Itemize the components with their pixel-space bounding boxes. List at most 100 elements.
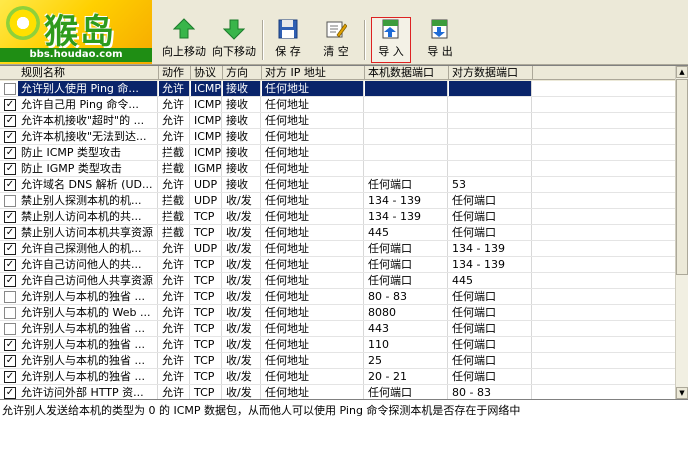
rule-enabled-checkbox[interactable]: ✓: [4, 339, 16, 351]
cell-protocol: TCP: [191, 385, 222, 399]
rule-enabled-checkbox[interactable]: ✓: [4, 131, 16, 143]
cell-direction: 接收: [223, 145, 261, 160]
table-row[interactable]: ✓ 允许本机接收"超时"的 ... 允许 ICMP 接收 任何地址: [0, 113, 676, 129]
cell-direction: 接收: [223, 177, 261, 192]
column-header-local-port[interactable]: 本机数据端口: [365, 66, 449, 80]
cell-remote-port: [449, 145, 532, 160]
table-row[interactable]: ✓ 允许别人与本机的独省 ... 允许 TCP 收/发 任何地址 110 任何端口: [0, 337, 676, 353]
rule-enabled-checkbox[interactable]: ✓: [4, 179, 16, 191]
cell-local-port: 任何端口: [365, 385, 448, 399]
cell-protocol: ICMP: [191, 81, 222, 96]
column-header-remote-port[interactable]: 对方数据端口: [449, 66, 533, 80]
column-header-action[interactable]: 动作: [159, 66, 191, 80]
table-row[interactable]: 允许别人与本机的独省 ... 允许 TCP 收/发 任何地址 443 任何端口: [0, 321, 676, 337]
rule-enabled-checkbox[interactable]: [4, 291, 16, 303]
table-row[interactable]: ✓ 防止 IGMP 类型攻击 拦截 IGMP 接收 任何地址: [0, 161, 676, 177]
cell-address: 任何地址: [262, 145, 364, 160]
export-button[interactable]: 导 出: [420, 18, 460, 62]
cell-action: 允许: [159, 385, 190, 399]
cell-protocol: TCP: [191, 321, 222, 336]
table-row[interactable]: ✓ 允许别人与本机的独省 ... 允许 TCP 收/发 任何地址 20 - 21 任何端口: [0, 369, 676, 385]
cell-action: 拦截: [159, 225, 190, 240]
cell-action: 拦截: [159, 161, 190, 176]
cell-direction: 接收: [223, 97, 261, 112]
cell-action: 允许: [159, 337, 190, 352]
table-row[interactable]: ✓ 禁止别人访问本机共享资源 拦截 TCP 收/发 任何地址 445 任何端口: [0, 225, 676, 241]
cell-action: 允许: [159, 177, 190, 192]
flower-icon: [6, 6, 40, 40]
table-row[interactable]: ✓ 防止 ICMP 类型攻击 拦截 ICMP 接收 任何地址: [0, 145, 676, 161]
cell-name: 允许访问外部 HTTP 资...: [18, 385, 158, 399]
cell-address: 任何地址: [262, 385, 364, 399]
rules-grid: 规则名称 动作 协议 方向 对方 IP 地址 本机数据端口 对方数据端口 允许别…: [0, 65, 688, 399]
cell-remote-port: 134 - 139: [449, 257, 532, 272]
rule-enabled-checkbox[interactable]: ✓: [4, 275, 16, 287]
scroll-up-icon[interactable]: ▲: [676, 66, 688, 78]
rule-enabled-checkbox[interactable]: ✓: [4, 211, 16, 223]
column-header-name[interactable]: 规则名称: [0, 66, 159, 80]
floppy-disk-icon: [278, 19, 298, 39]
cell-action: 允许: [159, 129, 190, 144]
table-row[interactable]: ✓ 允许自己探测他人的机... 允许 UDP 收/发 任何地址 任何端口 134 - 139: [0, 241, 676, 257]
cell-local-port: 20 - 21: [365, 369, 448, 384]
scroll-down-icon[interactable]: ▼: [676, 387, 688, 399]
table-row[interactable]: 允许别人使用 Ping 命... 允许 ICMP 接收 任何地址: [0, 81, 676, 97]
rule-enabled-checkbox[interactable]: [4, 195, 16, 207]
rule-enabled-checkbox[interactable]: ✓: [4, 99, 16, 111]
table-row[interactable]: ✓ 允许自己访问他人的共... 允许 TCP 收/发 任何地址 任何端口 134 - 139: [0, 257, 676, 273]
cell-local-port: 445: [365, 225, 448, 240]
move-down-button[interactable]: 向下移动: [210, 18, 258, 62]
cell-remote-port: 80 - 83: [449, 385, 532, 399]
cell-protocol: TCP: [191, 353, 222, 368]
table-row[interactable]: ✓ 允许自己访问他人共享资源 允许 TCP 收/发 任何地址 任何端口 445: [0, 273, 676, 289]
move-up-button[interactable]: 向上移动: [160, 18, 208, 62]
import-button[interactable]: 导 入: [371, 17, 411, 63]
table-row[interactable]: ✓ 允许自己用 Ping 命令... 允许 ICMP 接收 任何地址: [0, 97, 676, 113]
column-header-protocol[interactable]: 协议: [191, 66, 223, 80]
table-row[interactable]: 禁止别人探测本机的机... 拦截 UDP 收/发 任何地址 134 - 139 任何端口: [0, 193, 676, 209]
rule-enabled-checkbox[interactable]: ✓: [4, 243, 16, 255]
rule-enabled-checkbox[interactable]: ✓: [4, 355, 16, 367]
scroll-thumb[interactable]: [676, 79, 688, 275]
clear-button[interactable]: 清 空: [316, 18, 356, 62]
cell-name: 允许本机接收"超时"的 ...: [18, 113, 158, 128]
table-row[interactable]: ✓ 允许访问外部 HTTP 资... 允许 TCP 收/发 任何地址 任何端口 80 - 83: [0, 385, 676, 399]
cell-address: 任何地址: [262, 353, 364, 368]
rule-enabled-checkbox[interactable]: [4, 323, 16, 335]
table-row[interactable]: ✓ 允许别人与本机的独省 ... 允许 TCP 收/发 任何地址 25 任何端口: [0, 353, 676, 369]
rule-enabled-checkbox[interactable]: ✓: [4, 163, 16, 175]
rule-enabled-checkbox[interactable]: ✓: [4, 371, 16, 383]
rule-enabled-checkbox[interactable]: ✓: [4, 259, 16, 271]
cell-name: 允许域名 DNS 解析 (UD...: [18, 177, 158, 192]
vertical-scrollbar[interactable]: ▲ ▼: [675, 66, 688, 399]
rule-enabled-checkbox[interactable]: ✓: [4, 227, 16, 239]
column-header-direction[interactable]: 方向: [223, 66, 262, 80]
cell-local-port: 8080: [365, 305, 448, 320]
cell-local-port: [365, 81, 448, 96]
column-header-filler: [533, 66, 676, 80]
rule-enabled-checkbox[interactable]: [4, 83, 16, 95]
table-row[interactable]: ✓ 允许本机接收"无法到达... 允许 ICMP 接收 任何地址: [0, 129, 676, 145]
rule-enabled-checkbox[interactable]: [4, 307, 16, 319]
cell-remote-port: [449, 161, 532, 176]
cell-address: 任何地址: [262, 289, 364, 304]
cell-local-port: 110: [365, 337, 448, 352]
cell-name: 防止 ICMP 类型攻击: [18, 145, 158, 160]
save-button[interactable]: 保 存: [268, 18, 308, 62]
table-row[interactable]: ✓ 允许域名 DNS 解析 (UD... 允许 UDP 接收 任何地址 任何端口 53: [0, 177, 676, 193]
cell-direction: 收/发: [223, 385, 261, 399]
rule-enabled-checkbox[interactable]: ✓: [4, 115, 16, 127]
table-row[interactable]: 允许别人与本机的 Web ... 允许 TCP 收/发 任何地址 8080 任何端口: [0, 305, 676, 321]
cell-direction: 收/发: [223, 337, 261, 352]
cell-action: 允许: [159, 241, 190, 256]
rule-enabled-checkbox[interactable]: ✓: [4, 387, 16, 399]
cell-remote-port: 任何端口: [449, 209, 532, 224]
cell-name: 禁止别人访问本机共享资源: [18, 225, 158, 240]
table-row[interactable]: 允许别人与本机的独省 ... 允许 TCP 收/发 任何地址 80 - 83 任何端口: [0, 289, 676, 305]
column-header-address[interactable]: 对方 IP 地址: [262, 66, 365, 80]
table-row[interactable]: ✓ 禁止别人访问本机的共... 拦截 TCP 收/发 任何地址 134 - 139 任何端口: [0, 209, 676, 225]
rule-enabled-checkbox[interactable]: ✓: [4, 147, 16, 159]
cell-local-port: [365, 113, 448, 128]
cell-local-port: 25: [365, 353, 448, 368]
cell-protocol: TCP: [191, 289, 222, 304]
